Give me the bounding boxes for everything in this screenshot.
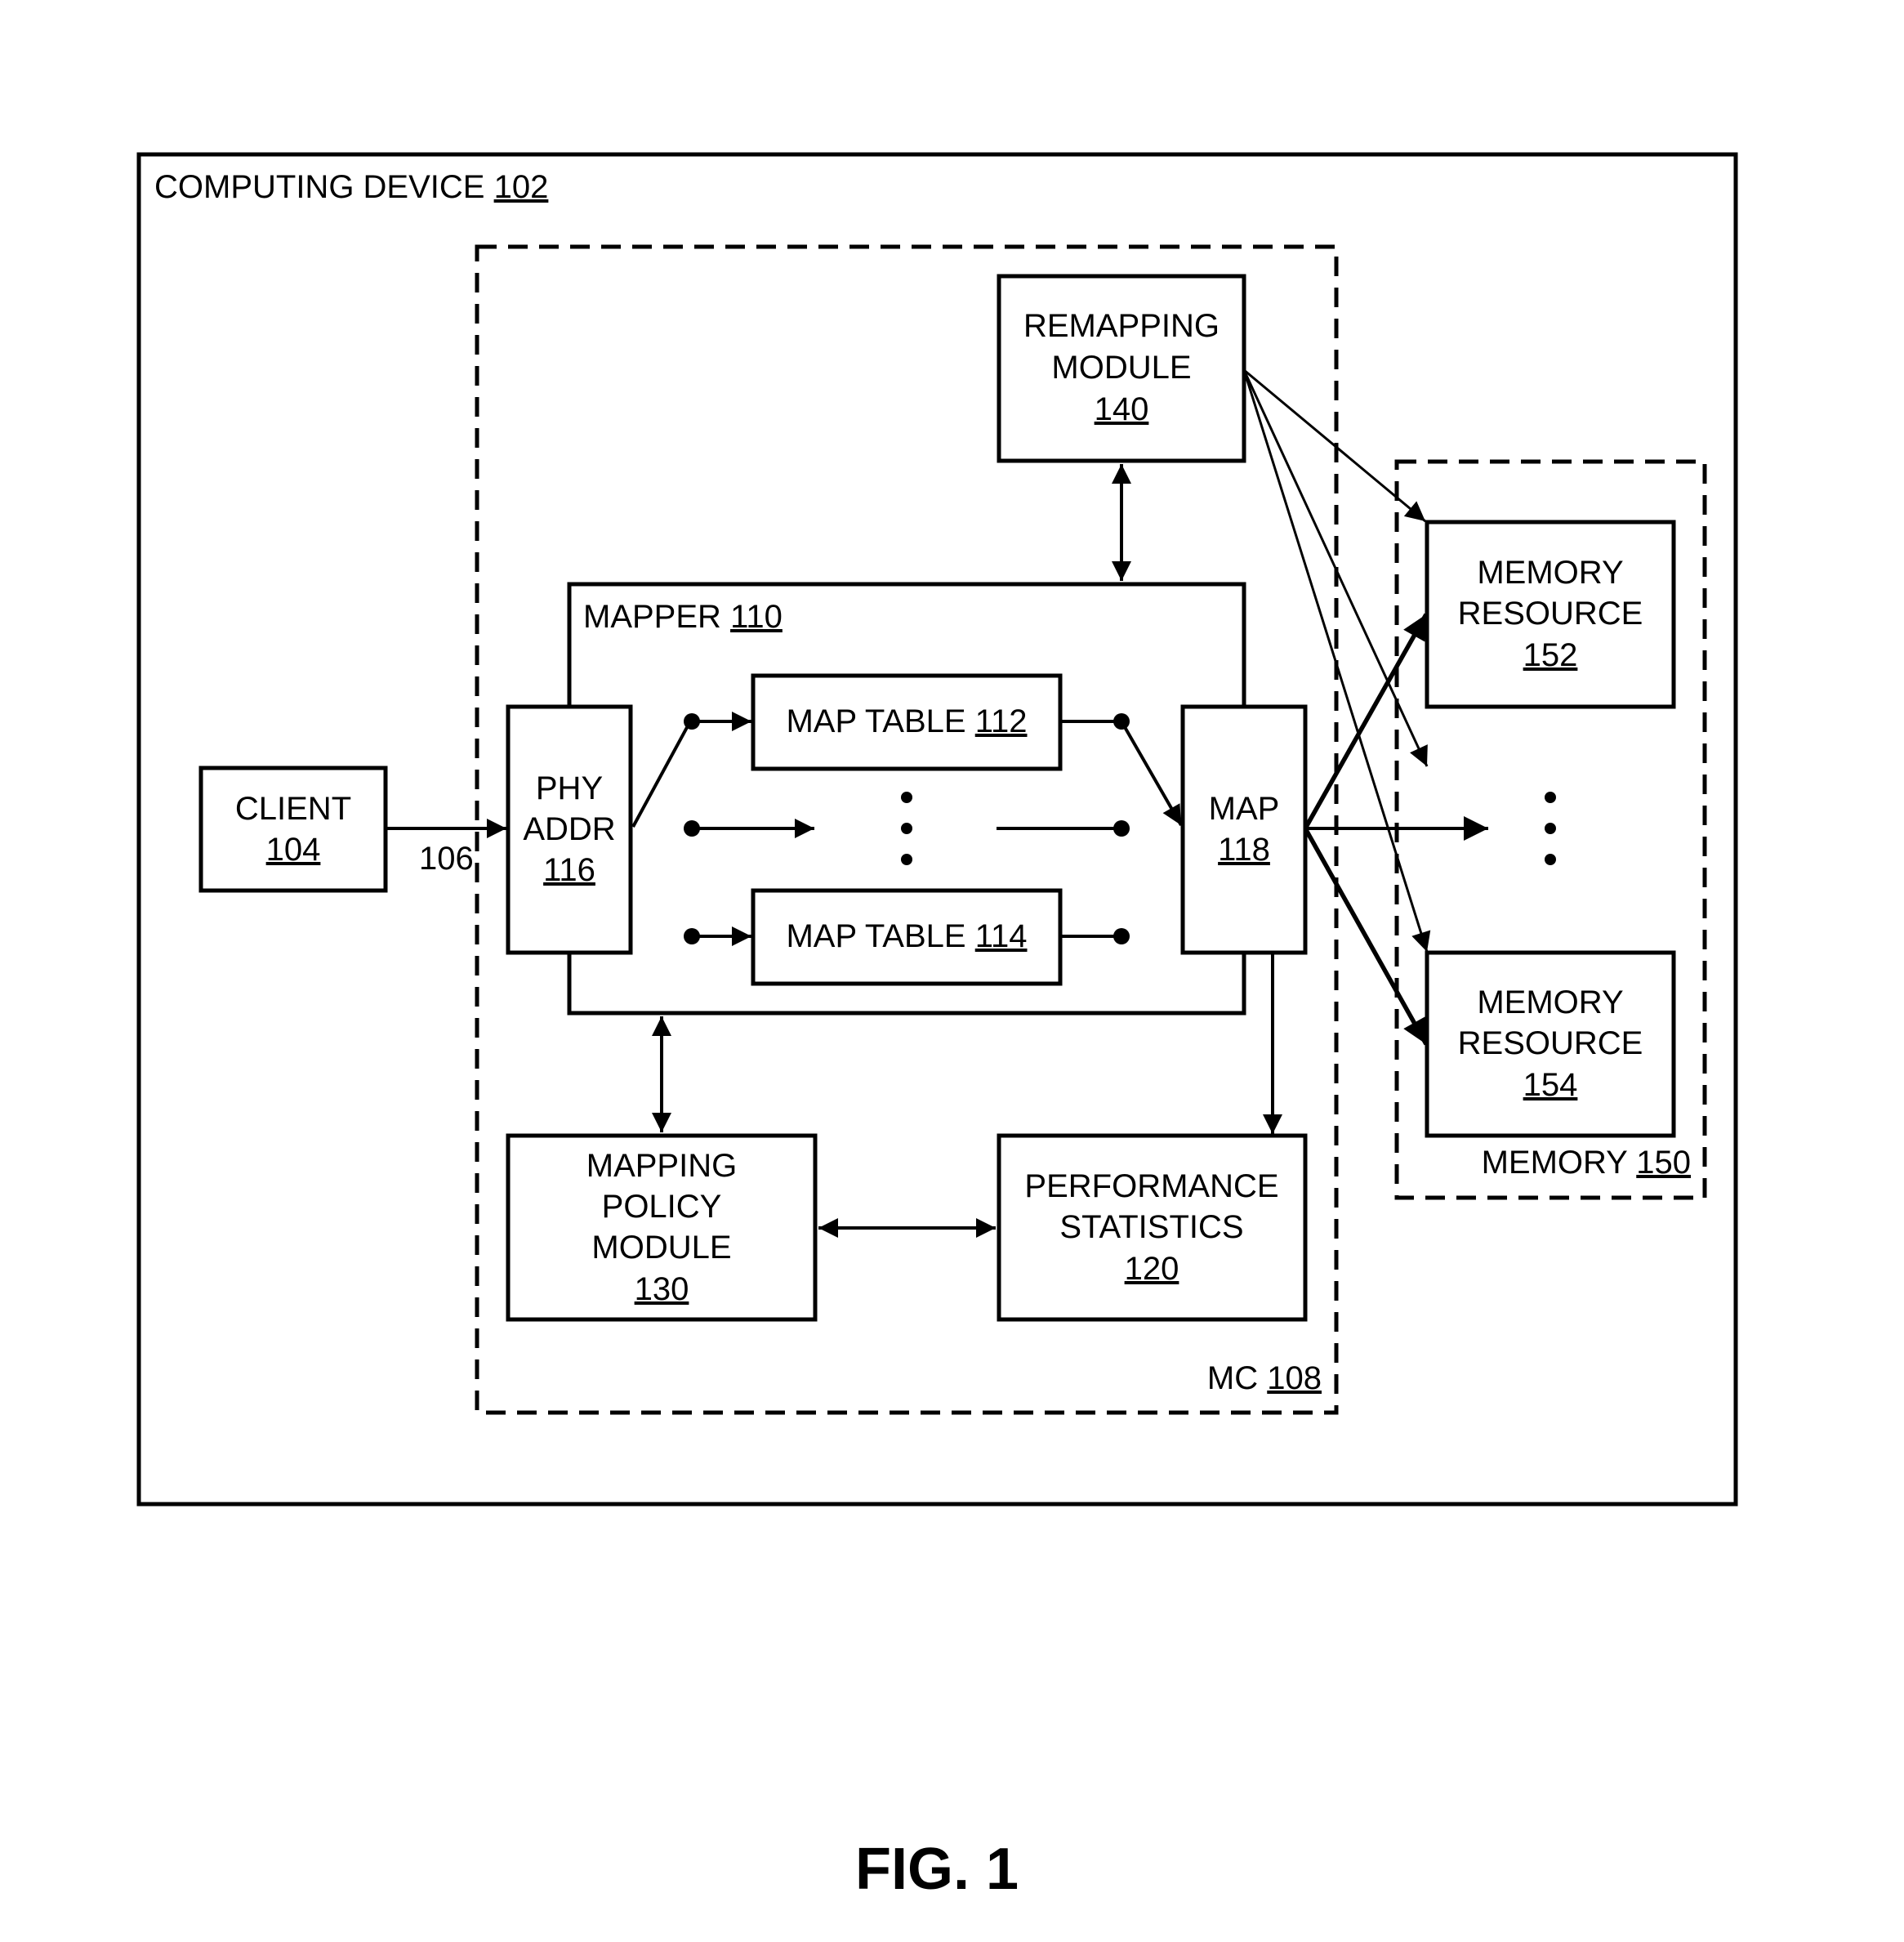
ellipsis-dot [1545,854,1556,865]
remapping-module-line2: MODULE [1051,350,1191,386]
map-table-114-label: MAP TABLE 114 [786,918,1027,954]
perf-stats-ref: 120 [1125,1251,1179,1287]
mapping-policy-line1: MAPPING [586,1148,737,1184]
mapper-label: MAPPER 110 [583,599,783,635]
ellipsis-dot [1545,792,1556,803]
to-map-118-arrow [1120,721,1183,826]
memory-resource-152-line2: RESOURCE [1458,596,1643,632]
ellipsis-dot [901,854,912,865]
perf-stats-line1: PERFORMANCE [1024,1168,1278,1204]
memory-resource-154-ref: 154 [1523,1067,1578,1103]
computing-device-label: COMPUTING DEVICE 102 [154,169,548,205]
map-to-memory-152-arrow [1303,613,1429,830]
phy-switch-line [631,721,692,828]
phy-addr-ref: 116 [543,852,595,888]
mapping-policy-line3: MODULE [591,1230,731,1266]
phy-addr-line1: PHY [536,770,603,806]
map-118-label: MAP [1209,791,1280,827]
memory-resource-154-line2: RESOURCE [1458,1025,1643,1061]
map-to-memory-154-arrow [1303,827,1429,1046]
map-118-ref: 118 [1218,832,1270,868]
mc-label: MC 108 [1207,1360,1322,1396]
remapping-module-line1: REMAPPING [1023,308,1220,344]
computing-device-box [136,152,1738,1507]
memory-resource-154-line1: MEMORY [1477,984,1623,1020]
ellipsis-dot [901,792,912,803]
client-ref: 104 [266,832,321,868]
switch-node [1113,820,1130,837]
ellipsis-dot [901,823,912,834]
client-box [198,766,388,893]
mapping-policy-line2: POLICY [602,1189,722,1225]
mapping-policy-ref: 130 [635,1271,689,1307]
link-106-label: 106 [419,841,474,877]
memory-resource-152-ref: 152 [1523,637,1578,673]
map-table-112-label: MAP TABLE 112 [786,703,1027,739]
ellipsis-dot [1545,823,1556,834]
memory-resource-152-line1: MEMORY [1477,555,1623,591]
perf-stats-line2: STATISTICS [1059,1209,1243,1245]
memory-label: MEMORY 150 [1482,1145,1691,1181]
client-label: CLIENT [235,791,351,827]
patent-diagram: COMPUTING DEVICE 102 MC 108 REMAPPING MO… [136,152,1738,1902]
figure-label: FIG. 1 [855,1837,1019,1902]
remapping-module-ref: 140 [1095,391,1149,427]
phy-addr-line2: ADDR [523,811,615,847]
switch-node [1113,928,1130,944]
map-118-box [1180,704,1308,955]
